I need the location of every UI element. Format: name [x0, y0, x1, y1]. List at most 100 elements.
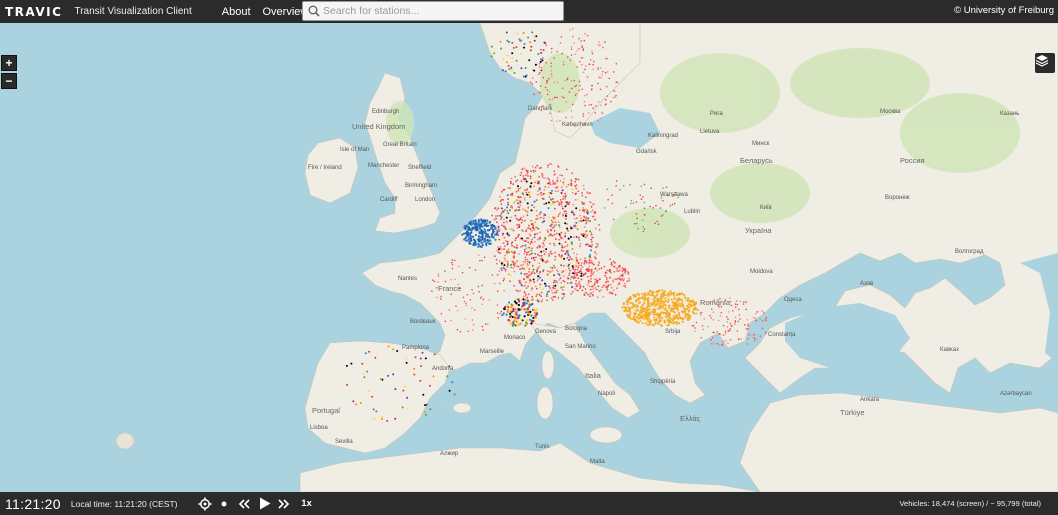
- vehicle-dot: [538, 245, 541, 248]
- vehicle-dot: [600, 289, 602, 292]
- nav-about-link[interactable]: About: [222, 6, 251, 18]
- vehicle-dot: [543, 203, 546, 206]
- vehicle-dot: [609, 276, 611, 279]
- vehicle-dot: [493, 233, 497, 236]
- vehicle-dot: [392, 348, 395, 351]
- vehicle-dot: [557, 165, 559, 168]
- vehicle-dot: [481, 233, 484, 236]
- vehicle-dot: [526, 202, 529, 205]
- vehicle-dot: [534, 93, 536, 96]
- vehicle-dot: [496, 231, 499, 234]
- vehicle-dot: [576, 198, 579, 201]
- vehicle-dot: [420, 365, 423, 368]
- rewind-button[interactable]: [237, 495, 251, 513]
- vehicle-dot: [506, 194, 509, 197]
- vehicle-dot: [580, 220, 583, 222]
- vehicle-dot: [496, 215, 499, 217]
- vehicle-dot: [538, 213, 541, 216]
- vehicle-dot: [540, 191, 543, 194]
- vehicle-dot: [643, 207, 646, 209]
- vehicle-dot: [575, 261, 578, 264]
- vehicle-dot: [586, 234, 589, 237]
- zoom-in-button[interactable]: +: [1, 55, 17, 71]
- play-button[interactable]: [257, 495, 273, 513]
- vehicle-dot: [535, 226, 538, 229]
- vehicle-dot: [502, 312, 505, 315]
- vehicle-dot: [647, 301, 650, 304]
- map-canvas[interactable]: Edinburgh United Kingdom Great Britain I…: [0, 23, 1058, 492]
- vehicle-dot: [664, 316, 667, 319]
- vehicle-dot: [592, 60, 595, 63]
- vehicle-dot: [507, 248, 510, 251]
- vehicle-dot: [503, 289, 506, 292]
- vehicle-dot: [519, 201, 522, 204]
- vehicle-dot: [496, 262, 498, 265]
- vehicle-dot: [504, 258, 507, 261]
- speed-selector[interactable]: 1x: [299, 495, 313, 513]
- vehicle-dot: [506, 210, 509, 212]
- vehicle-dot: [518, 314, 521, 317]
- vehicle-dot: [582, 219, 585, 222]
- vehicle-dot: [550, 65, 552, 68]
- vehicle-dot: [536, 217, 539, 220]
- vehicle-dot: [536, 232, 539, 235]
- vehicle-dot: [481, 238, 484, 241]
- vehicle-dot: [579, 258, 582, 261]
- vehicle-dot: [632, 294, 635, 297]
- vehicle-dot: [591, 84, 593, 87]
- vehicle-dot: [515, 209, 518, 211]
- vehicle-dot: [588, 63, 591, 65]
- vehicle-dot: [589, 280, 592, 283]
- vehicle-dot: [606, 288, 608, 291]
- vehicle-dot: [589, 59, 592, 61]
- app-logo[interactable]: TRAVIC: [5, 5, 62, 19]
- station-search-input[interactable]: [323, 2, 559, 20]
- vehicle-dot: [543, 253, 546, 256]
- vehicle-dot: [574, 287, 576, 290]
- vehicle-dot: [619, 283, 621, 285]
- vehicle-dot: [587, 112, 590, 114]
- vehicle-dot: [543, 188, 546, 191]
- vehicle-dot: [664, 210, 667, 213]
- vehicle-dot: [481, 303, 484, 306]
- vehicle-dot: [527, 241, 530, 244]
- vehicle-dot: [530, 209, 533, 212]
- vehicle-dot: [545, 44, 548, 46]
- now-button[interactable]: [219, 495, 229, 513]
- vehicle-dot: [740, 338, 743, 340]
- vehicle-dot: [566, 203, 568, 206]
- vehicle-dot: [361, 362, 364, 365]
- vehicle-dot: [732, 309, 734, 312]
- vehicle-dot: [578, 89, 580, 92]
- vehicle-dot: [528, 194, 531, 196]
- vehicle-dot: [592, 285, 594, 287]
- time-settings-button[interactable]: [197, 495, 213, 513]
- vehicle-dot: [637, 301, 641, 304]
- vehicle-dot: [595, 242, 598, 245]
- vehicle-dot: [531, 230, 533, 232]
- vehicle-dot: [583, 261, 586, 264]
- vehicle-dot: [531, 270, 534, 273]
- vehicle-dot: [596, 288, 598, 291]
- vehicle-dot: [474, 219, 477, 222]
- vehicle-dot: [506, 252, 509, 255]
- vehicle-dot: [548, 90, 551, 93]
- vehicle-dot: [764, 319, 767, 321]
- station-search-box[interactable]: [302, 1, 564, 21]
- vehicle-dot: [488, 299, 491, 301]
- vehicle-dot: [562, 63, 565, 66]
- vehicle-dot: [567, 277, 570, 280]
- layers-button[interactable]: [1035, 53, 1055, 73]
- vehicle-dot: [561, 205, 563, 208]
- vehicle-dot: [569, 256, 571, 258]
- vehicle-dot: [510, 216, 512, 219]
- vehicle-dot: [371, 395, 374, 398]
- vehicle-dot: [745, 328, 747, 330]
- vehicle-dot: [763, 312, 765, 314]
- fast-forward-button[interactable]: [277, 495, 291, 513]
- vehicle-dot: [535, 218, 537, 221]
- vehicle-dot: [512, 310, 515, 313]
- vehicle-dot: [587, 281, 590, 284]
- zoom-out-button[interactable]: −: [1, 73, 17, 89]
- vehicle-dot: [468, 226, 471, 229]
